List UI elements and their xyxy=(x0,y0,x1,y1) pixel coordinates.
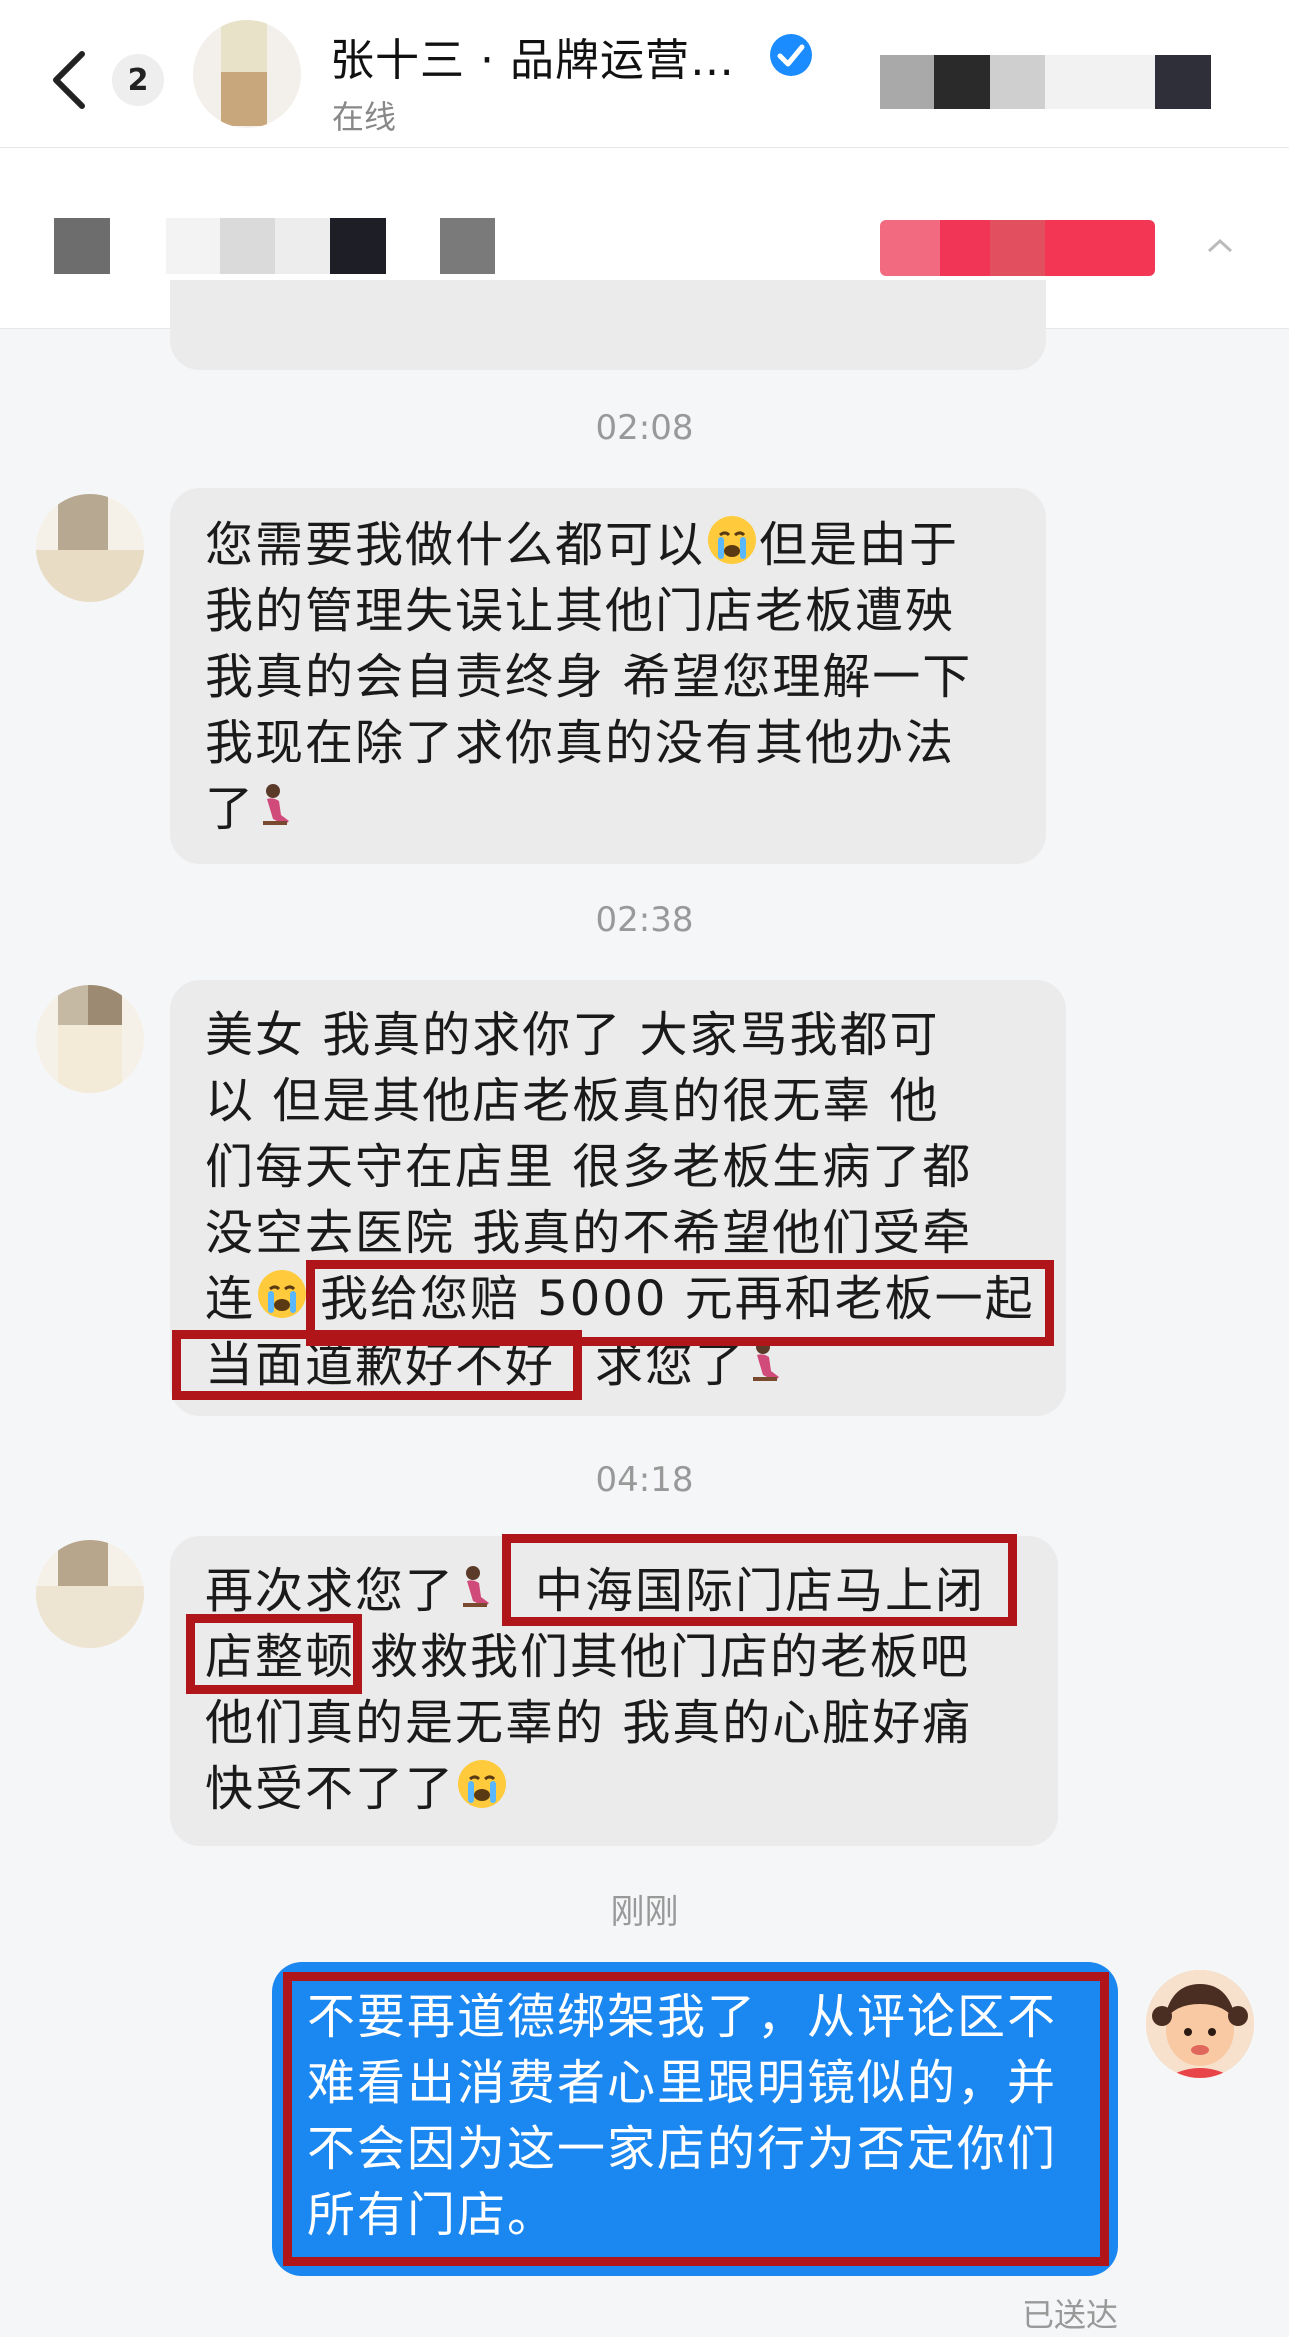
message-text: 我的管理失误让其他门店老板遭殃 xyxy=(205,583,956,639)
message-text: 美女 我真的求你了 大家骂我都可 xyxy=(205,1007,940,1063)
chat-header: 2 张十三 · 品牌运营… 在线 xyxy=(0,0,1289,148)
highlight-box xyxy=(186,1614,362,1694)
contact-avatar[interactable] xyxy=(193,20,301,128)
message-timestamp: 04:18 xyxy=(595,1460,694,1500)
message-text: 您需要我做什么都可以 xyxy=(205,517,706,573)
message-text: 快受不了了 xyxy=(205,1761,456,1817)
highlight-box xyxy=(172,1330,582,1400)
message-text: 以 但是其他店老板真的很无辜 他 xyxy=(205,1073,940,1129)
crying-face-icon xyxy=(708,516,757,564)
message-text: 我真的会自责终身 希望您理解一下 xyxy=(205,649,973,705)
received-message-bubble: 您需要我做什么都可以 但是由于 我的管理失误让其他门店老板遭殃 我真的会自责终身 … xyxy=(170,488,1046,864)
message-timestamp: 02:38 xyxy=(595,900,694,940)
message-text: 没空去医院 我真的不希望他们受牵 xyxy=(205,1205,973,1261)
contact-avatar-small[interactable] xyxy=(36,985,144,1093)
message-timestamp: 刚刚 xyxy=(610,1892,679,1932)
message-text: 连 xyxy=(205,1271,256,1327)
chevron-up-icon[interactable] xyxy=(1205,235,1235,255)
highlight-box xyxy=(283,1972,1109,2266)
contact-avatar-small[interactable] xyxy=(36,1540,144,1648)
cartoon-girl-icon xyxy=(1146,1970,1254,2078)
kneeling-person-icon xyxy=(263,784,290,825)
highlight-box xyxy=(502,1534,1017,1626)
verified-badge-icon xyxy=(770,34,812,76)
crying-face-icon xyxy=(458,1760,507,1808)
contact-avatar-small[interactable] xyxy=(36,494,144,602)
previous-message-bubble xyxy=(170,280,1046,370)
message-text: 了 xyxy=(205,781,256,837)
message-text: 但是由于 xyxy=(759,517,960,573)
message-timestamp: 02:08 xyxy=(595,408,694,448)
message-text: 们每天守在店里 很多老板生病了都 xyxy=(205,1139,973,1195)
online-status: 在线 xyxy=(332,98,397,136)
message-text: 再次求您了 xyxy=(205,1563,456,1619)
kneeling-person-icon xyxy=(463,1566,490,1607)
message-text: 我现在除了求你真的没有其他办法 xyxy=(205,715,956,771)
crying-face-icon xyxy=(258,1270,307,1318)
my-avatar[interactable] xyxy=(1146,1970,1254,2078)
message-text: 他们真的是无辜的 我真的心脏好痛 xyxy=(205,1695,973,1751)
delivery-status: 已送达 xyxy=(1022,2296,1119,2334)
contact-name[interactable]: 张十三 · 品牌运营… xyxy=(330,24,735,88)
unread-count-badge[interactable]: 2 xyxy=(112,54,164,106)
back-arrow-icon[interactable] xyxy=(48,50,92,110)
message-text: 救救我们其他门店的老板吧 xyxy=(370,1629,971,1685)
